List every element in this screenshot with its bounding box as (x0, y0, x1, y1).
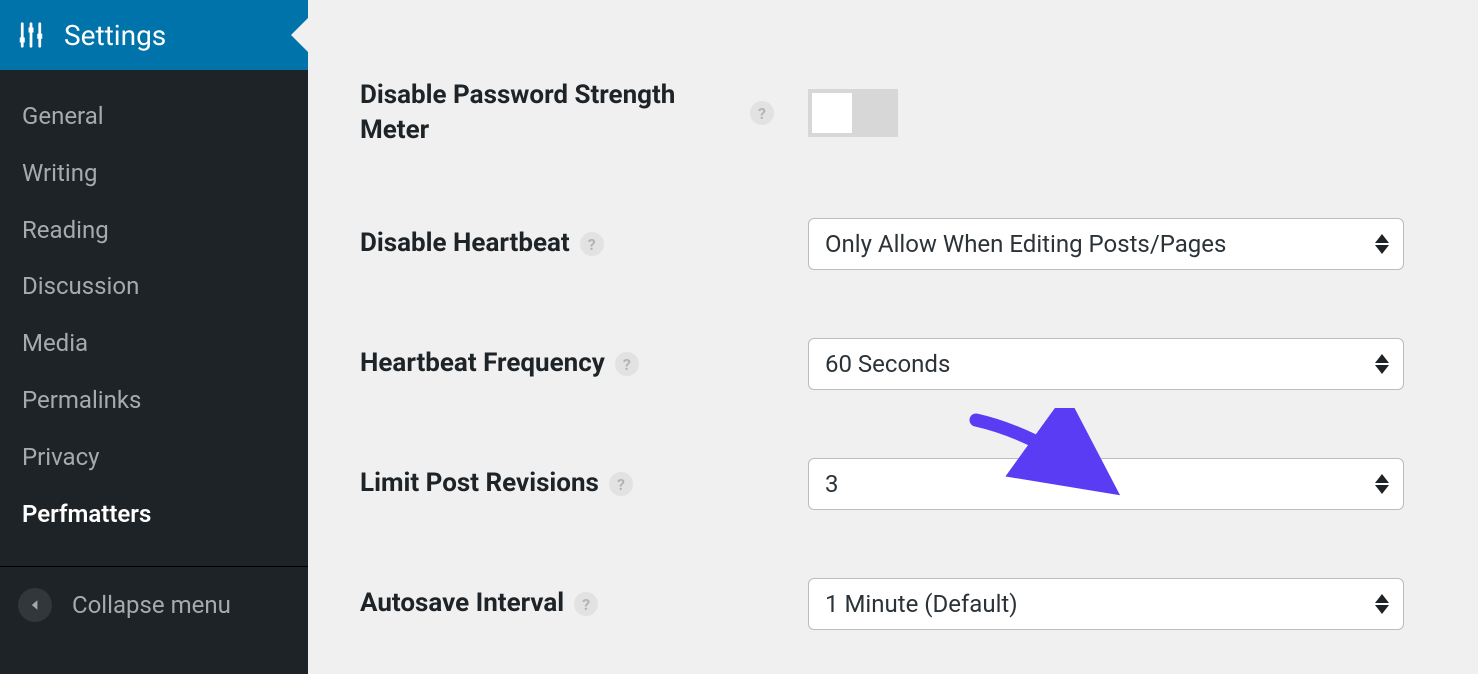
setting-label: Heartbeat Frequency (360, 346, 605, 381)
sidebar-item-label: General (22, 102, 104, 130)
autosave-interval-select[interactable]: 1 Minute (Default) (808, 578, 1404, 630)
sliders-icon (16, 20, 46, 50)
sidebar-item-general[interactable]: General (0, 88, 308, 145)
setting-label: Disable Heartbeat (360, 226, 570, 261)
sidebar-item-reading[interactable]: Reading (0, 202, 308, 259)
sidebar-item-label: Reading (22, 216, 109, 244)
select-sort-icon (1375, 474, 1389, 494)
help-icon[interactable]: ? (574, 592, 598, 616)
heartbeat-frequency-select[interactable]: 60 Seconds (808, 338, 1404, 390)
setting-label: Disable Password Strength Meter (360, 78, 740, 148)
password-meter-toggle[interactable] (808, 89, 898, 137)
setting-row-limit-post-revisions: Limit Post Revisions ? 3 (308, 458, 1418, 510)
admin-sidebar: Settings General Writing Reading Discuss… (0, 0, 308, 674)
sidebar-item-label: Permalinks (22, 386, 141, 414)
sidebar-menu: General Writing Reading Discussion Media… (0, 70, 308, 542)
help-icon[interactable]: ? (615, 352, 639, 376)
sidebar-header-settings[interactable]: Settings (0, 0, 308, 70)
limit-post-revisions-select[interactable]: 3 (808, 458, 1404, 510)
setting-label: Autosave Interval (360, 586, 564, 621)
help-icon[interactable]: ? (580, 232, 604, 256)
sidebar-item-label: Writing (22, 159, 97, 187)
select-value: Only Allow When Editing Posts/Pages (825, 230, 1226, 258)
sidebar-item-label: Perfmatters (22, 500, 151, 528)
setting-row-disable-heartbeat: Disable Heartbeat ? Only Allow When Edit… (308, 218, 1418, 270)
sidebar-item-label: Discussion (22, 272, 139, 300)
setting-row-password-meter: Disable Password Strength Meter ? (308, 78, 1418, 148)
disable-heartbeat-select[interactable]: Only Allow When Editing Posts/Pages (808, 218, 1404, 270)
settings-panel: Disable Password Strength Meter ? Disabl… (308, 0, 1478, 674)
select-value: 1 Minute (Default) (825, 590, 1018, 618)
help-icon[interactable]: ? (609, 472, 633, 496)
select-sort-icon (1375, 594, 1389, 614)
collapse-menu-label: Collapse menu (72, 591, 231, 619)
sidebar-item-media[interactable]: Media (0, 315, 308, 372)
sidebar-header-label: Settings (64, 19, 166, 52)
sidebar-item-label: Media (22, 329, 88, 357)
select-sort-icon (1375, 234, 1389, 254)
sidebar-item-writing[interactable]: Writing (0, 145, 308, 202)
collapse-icon (18, 588, 52, 622)
sidebar-item-perfmatters[interactable]: Perfmatters (0, 486, 308, 543)
setting-label: Limit Post Revisions (360, 466, 599, 501)
select-sort-icon (1375, 354, 1389, 374)
toggle-knob (812, 93, 852, 133)
sidebar-item-label: Privacy (22, 443, 100, 471)
sidebar-item-permalinks[interactable]: Permalinks (0, 372, 308, 429)
setting-row-autosave-interval: Autosave Interval ? 1 Minute (Default) (308, 578, 1418, 630)
select-value: 3 (825, 470, 839, 498)
select-value: 60 Seconds (825, 350, 950, 378)
setting-row-heartbeat-frequency: Heartbeat Frequency ? 60 Seconds (308, 338, 1418, 390)
collapse-menu-button[interactable]: Collapse menu (0, 566, 308, 642)
help-icon[interactable]: ? (750, 101, 774, 125)
sidebar-item-privacy[interactable]: Privacy (0, 429, 308, 486)
sidebar-item-discussion[interactable]: Discussion (0, 258, 308, 315)
